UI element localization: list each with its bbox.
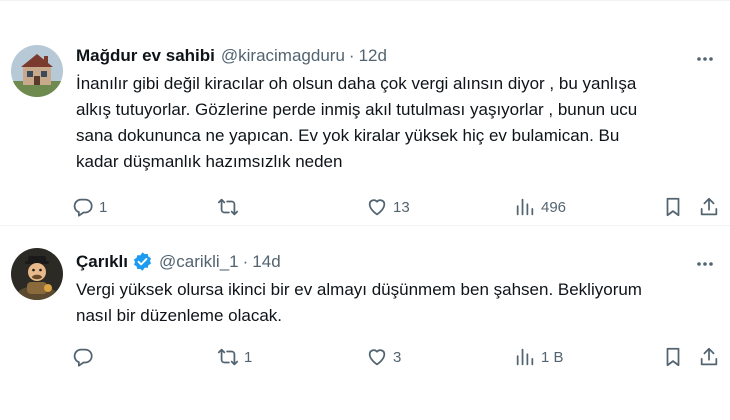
bookmark-icon <box>666 197 680 217</box>
verified-badge <box>132 251 153 272</box>
share-button[interactable] <box>698 340 720 374</box>
repost-button[interactable] <box>217 190 244 224</box>
views-count: 1 B <box>541 348 564 366</box>
like-count: 13 <box>393 198 410 216</box>
share-icon <box>700 347 718 366</box>
more-icon <box>697 262 713 266</box>
separator-dot: · <box>348 46 355 65</box>
repost-icon <box>217 198 239 216</box>
tweet-1[interactable]: Mağdur ev sahibi @kiracimagduru · 12d İn… <box>0 0 730 226</box>
reply-button[interactable]: 1 <box>72 190 107 224</box>
author-handle[interactable]: @carikli_1 <box>159 252 239 272</box>
reply-count: 1 <box>99 198 108 216</box>
repost-icon <box>217 348 239 366</box>
views-icon <box>516 348 534 366</box>
author-name[interactable]: Çarıklı <box>76 252 128 272</box>
avatar-house-image <box>11 45 63 97</box>
repost-button[interactable]: 1 <box>217 340 252 374</box>
like-button[interactable]: 13 <box>366 190 410 224</box>
views-button[interactable]: 1 B <box>514 340 564 374</box>
action-bar: 1 13 496 <box>64 190 728 224</box>
tweet-header: Mağdur ev sahibi @kiracimagduru · 12d <box>76 46 387 66</box>
author-handle[interactable]: @kiracimagduru <box>221 46 345 66</box>
bookmark-icon <box>666 347 680 367</box>
like-count: 3 <box>393 348 402 366</box>
share-button[interactable] <box>698 190 720 224</box>
repost-count: 1 <box>244 348 253 366</box>
bookmark-button[interactable] <box>662 190 684 224</box>
action-bar: 1 3 1 B <box>64 340 728 374</box>
reply-icon <box>73 198 93 217</box>
avatar[interactable] <box>11 45 63 97</box>
verified-badge-icon <box>133 252 151 271</box>
views-icon <box>516 198 534 216</box>
share-icon <box>700 197 718 216</box>
reply-icon <box>73 348 93 367</box>
reply-button[interactable] <box>72 340 99 374</box>
more-icon <box>697 57 713 61</box>
avatar-cartoon-image <box>11 248 63 300</box>
tweet-text: Vergi yüksek olursa ikinci bir ev almayı… <box>76 280 642 325</box>
timestamp[interactable]: 14d <box>252 252 280 272</box>
views-button[interactable]: 496 <box>514 190 566 224</box>
tweet-text: İnanılır gibi değil kiracılar oh olsun d… <box>76 74 638 171</box>
avatar[interactable] <box>11 248 63 300</box>
like-icon <box>368 199 386 216</box>
author-name[interactable]: Mağdur ev sahibi <box>76 46 215 66</box>
tweet-header: Çarıklı @carikli_1 · 14d <box>76 251 281 272</box>
tweet-2[interactable]: Çarıklı @carikli_1 · 14d Vergi yüksek ol… <box>0 227 730 420</box>
like-button[interactable]: 3 <box>366 340 401 374</box>
views-count: 496 <box>541 198 567 216</box>
separator-dot: · <box>242 251 249 271</box>
timestamp[interactable]: 12d <box>359 46 387 66</box>
bookmark-button[interactable] <box>662 340 684 374</box>
more-button[interactable] <box>694 48 716 70</box>
more-button[interactable] <box>694 253 716 275</box>
like-icon <box>368 349 386 366</box>
